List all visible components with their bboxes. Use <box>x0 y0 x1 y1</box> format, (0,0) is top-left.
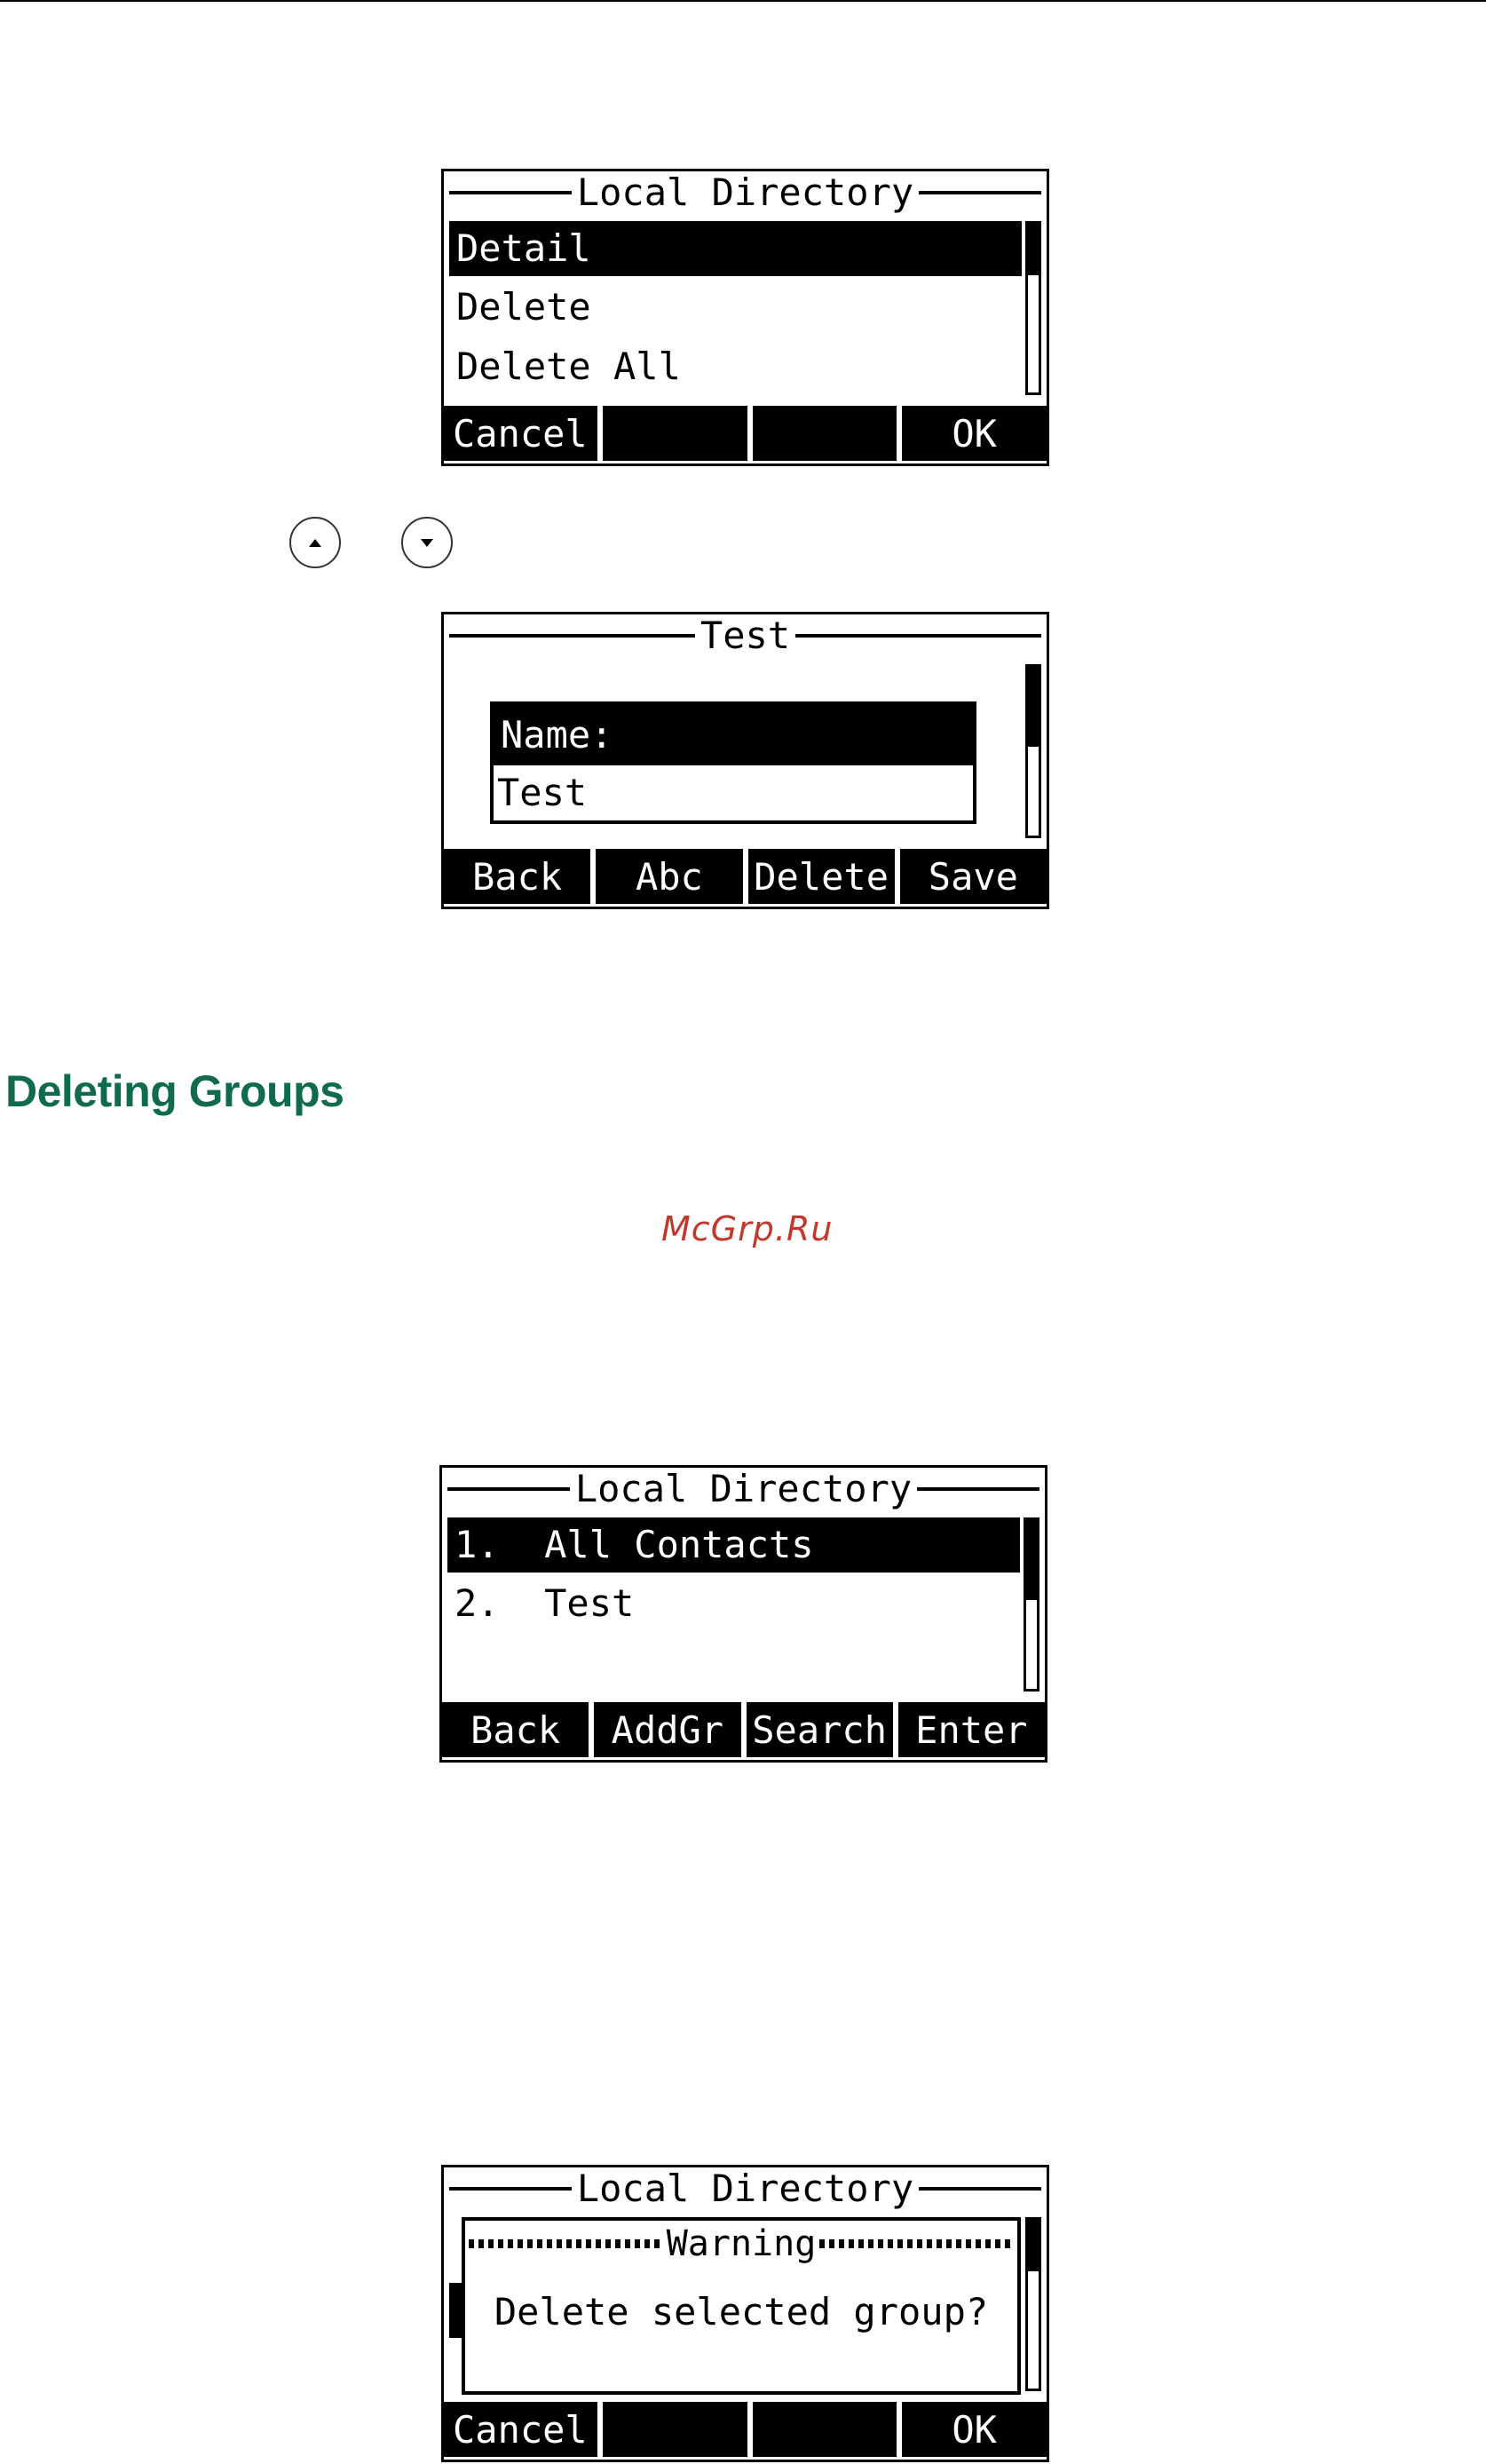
section-heading: Deleting Groups <box>5 1066 344 1116</box>
screen-title: Test <box>444 617 1047 654</box>
softkey-ok[interactable]: OK <box>902 2402 1047 2457</box>
phone-screen-group-list: Local Directory 1. All Contacts 2. Test … <box>439 1465 1047 1763</box>
scrollbar-thumb[interactable] <box>1026 1520 1037 1600</box>
softkey-back[interactable]: Back <box>442 1702 589 1757</box>
menu-item-delete-all[interactable]: Delete All <box>449 339 1022 394</box>
softkey-2[interactable] <box>602 2402 747 2457</box>
watermark: McGrp.Ru <box>661 1209 834 1248</box>
softkey-search[interactable]: Search <box>746 1702 893 1757</box>
name-input[interactable]: Test <box>494 765 973 820</box>
softkey-enter[interactable]: Enter <box>897 1702 1045 1757</box>
dialog-message: Delete selected group? <box>494 2290 989 2333</box>
softkey-addgr[interactable]: AddGr <box>594 1702 741 1757</box>
scrollbar-thumb[interactable] <box>1028 224 1039 275</box>
phone-screen-context-menu: Local Directory Detail Delete Delete All… <box>441 169 1049 466</box>
softkey-2[interactable] <box>602 406 747 461</box>
name-field-box: Name: Test <box>490 701 976 824</box>
softkey-back[interactable]: Back <box>444 849 591 904</box>
softkey-bar: Back AddGr Search Enter <box>442 1702 1045 1757</box>
softkey-save[interactable]: Save <box>899 849 1047 904</box>
softkey-bar: Cancel OK <box>444 406 1047 461</box>
phone-screen-delete-warning: Local Directory Warning Delete selected … <box>441 2165 1049 2462</box>
down-arrow-icon <box>401 517 453 568</box>
scrollbar[interactable] <box>1025 664 1041 838</box>
group-item-all-contacts[interactable]: 1. All Contacts <box>447 1517 1020 1573</box>
scrollbar[interactable] <box>1024 1517 1039 1692</box>
softkey-cancel[interactable]: Cancel <box>444 406 597 461</box>
softkey-cancel[interactable]: Cancel <box>444 2402 597 2457</box>
screen-title: Local Directory <box>444 2170 1047 2207</box>
group-item-test[interactable]: 2. Test <box>447 1576 1020 1631</box>
dialog-title-left-deco <box>469 2239 663 2248</box>
softkey-abc[interactable]: Abc <box>596 849 743 904</box>
softkey-bar: Cancel OK <box>444 2402 1047 2457</box>
screen-title: Local Directory <box>444 174 1047 211</box>
softkey-bar: Back Abc Delete Save <box>444 849 1047 904</box>
dialog-title-bar: Warning <box>465 2221 1017 2267</box>
top-rule <box>0 0 1486 2</box>
scrollbar[interactable] <box>1025 2217 1041 2391</box>
menu-item-delete[interactable]: Delete <box>449 280 1022 335</box>
menu-item-detail[interactable]: Detail <box>449 221 1022 276</box>
field-label: Name: <box>494 705 973 765</box>
scrollbar[interactable] <box>1025 221 1041 395</box>
dialog-title-right-deco <box>819 2239 1015 2248</box>
behind-row-marker <box>449 2283 462 2338</box>
softkey-ok[interactable]: OK <box>902 406 1047 461</box>
scrollbar-thumb[interactable] <box>1028 667 1039 747</box>
phone-screen-edit-group: Test Name: Test Back Abc Delete Save <box>441 612 1049 909</box>
softkey-delete[interactable]: Delete <box>747 849 895 904</box>
screen-title: Local Directory <box>442 1470 1045 1508</box>
up-arrow-icon <box>289 517 341 568</box>
dialog-title: Warning <box>666 2223 817 2264</box>
warning-dialog: Warning Delete selected group? <box>462 2217 1021 2395</box>
scrollbar-thumb[interactable] <box>1028 2220 1039 2271</box>
softkey-3[interactable] <box>752 2402 897 2457</box>
softkey-3[interactable] <box>752 406 897 461</box>
